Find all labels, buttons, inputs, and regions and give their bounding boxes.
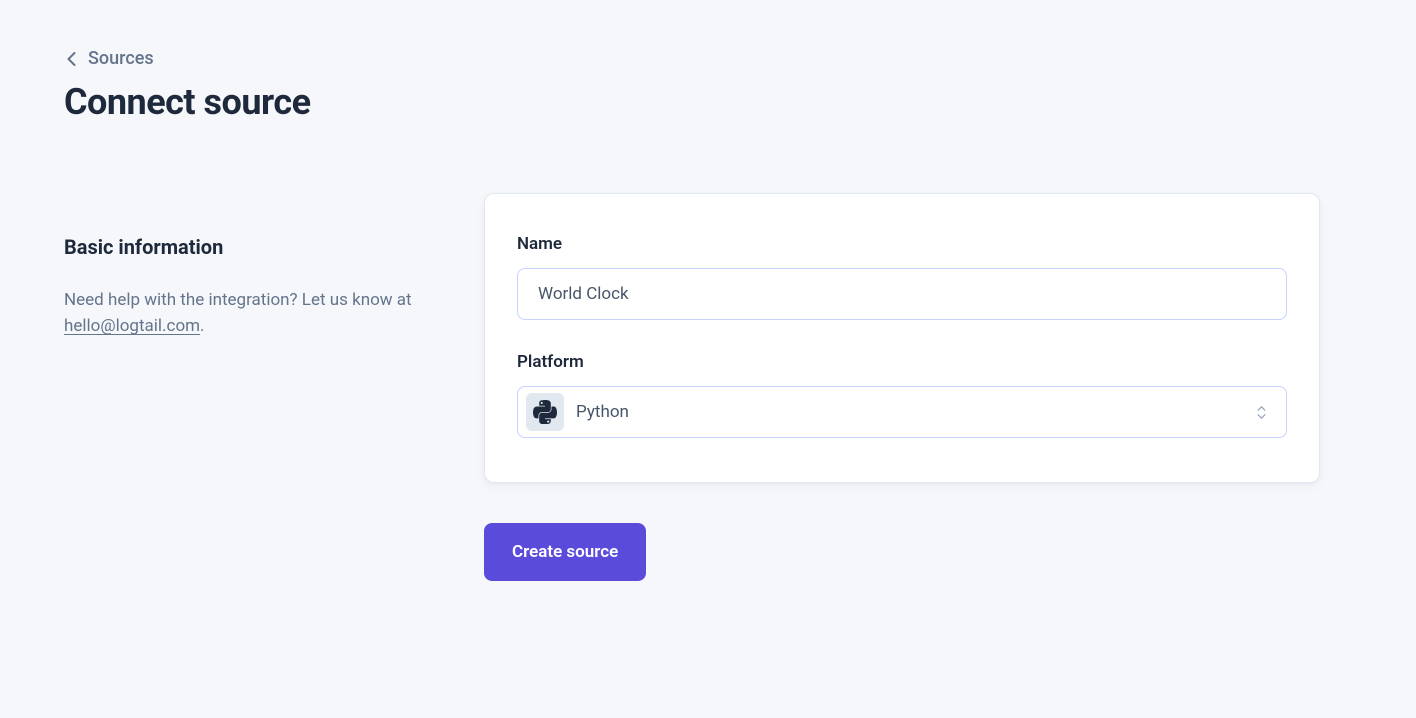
form-card: Name Platform Python [484, 193, 1320, 483]
chevron-left-icon [64, 52, 78, 66]
main-column: Name Platform Python [484, 193, 1320, 581]
python-icon [526, 393, 564, 431]
help-email-link[interactable]: hello@logtail.com [64, 316, 200, 336]
help-text-prefix: Need help with the integration? Let us k… [64, 290, 412, 310]
name-field: Name [517, 234, 1287, 320]
create-source-button[interactable]: Create source [484, 523, 646, 581]
help-text: Need help with the integration? Let us k… [64, 287, 444, 340]
help-text-suffix: . [200, 316, 204, 336]
platform-value: Python [576, 402, 1245, 422]
up-down-icon [1257, 406, 1270, 419]
name-label: Name [517, 234, 1287, 254]
breadcrumb-label: Sources [88, 48, 154, 69]
page-container: Sources Connect source Basic information… [0, 0, 1416, 629]
page-header: Sources Connect source [64, 48, 1352, 123]
content-row: Basic information Need help with the int… [64, 193, 1352, 581]
platform-label: Platform [517, 352, 1287, 372]
breadcrumb[interactable]: Sources [64, 48, 154, 69]
page-title: Connect source [64, 81, 1352, 123]
platform-field: Platform Python [517, 352, 1287, 438]
section-title: Basic information [64, 235, 444, 259]
sidebar: Basic information Need help with the int… [64, 193, 444, 340]
name-input[interactable] [517, 268, 1287, 320]
platform-select[interactable]: Python [517, 386, 1287, 438]
